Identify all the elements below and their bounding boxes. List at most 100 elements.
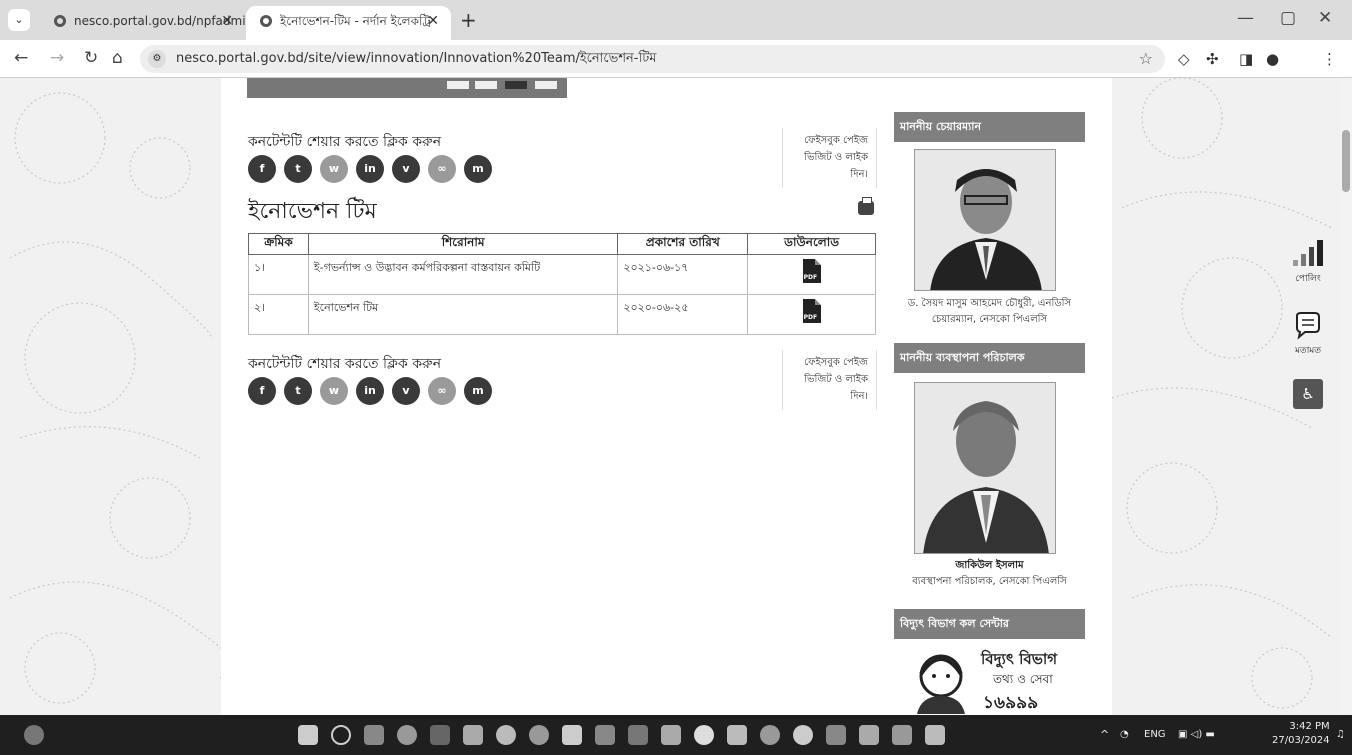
tray-chevron-icon[interactable]: ^	[1100, 715, 1109, 755]
url-text: nesco.portal.gov.bd/site/view/innovation…	[176, 51, 657, 66]
wifi-volume-battery-icons[interactable]: ▣ ◁) ▬	[1178, 715, 1215, 755]
pdf-download-icon[interactable]: PDF	[802, 259, 821, 283]
app-icon[interactable]	[463, 725, 483, 745]
clock-time: 3:42 PM	[1289, 721, 1330, 732]
back-icon[interactable]: ←	[14, 48, 28, 68]
task-view-icon[interactable]	[364, 725, 384, 745]
poll-label: পোলিং	[1295, 274, 1321, 284]
twitter-icon[interactable]: t	[284, 377, 312, 405]
accessibility-icon[interactable]: ♿	[1293, 379, 1323, 409]
chrome-icon[interactable]	[694, 725, 714, 745]
close-tab-icon[interactable]: ✕	[427, 6, 439, 36]
word-icon[interactable]	[727, 725, 747, 745]
callcenter-line2: তথ্য ও সেবা	[993, 672, 1053, 686]
close-window-icon[interactable]: ✕	[1318, 8, 1332, 28]
profile-avatar-icon[interactable]: ●	[1266, 50, 1279, 68]
title-cell[interactable]: ই-গভর্ন্যান্স ও উদ্ভাবন কর্মপরিকল্পনা বা…	[307, 254, 619, 295]
facebook-icon[interactable]: f	[248, 155, 276, 183]
feedback-widget[interactable]: মতামত	[1288, 310, 1328, 358]
restore-icon[interactable]: ▢	[1280, 8, 1296, 28]
link-icon[interactable]: ∞	[428, 377, 456, 405]
poll-widget[interactable]: পোলিং	[1288, 238, 1328, 286]
tab-title: nesco.portal.gov.bd/npfadmin/	[74, 14, 245, 28]
app-icon[interactable]	[628, 725, 648, 745]
share-buttons: f t w in v ∞ m	[248, 377, 492, 405]
title-cell[interactable]: ইনোভেশন টিম	[307, 294, 619, 335]
documents-table: ক্রমিক শিরোনাম প্রকাশের তারিখ ডাউনলোড ১।…	[248, 233, 876, 335]
close-tab-icon[interactable]: ✕	[221, 6, 233, 36]
extension-icon[interactable]: ◇	[1178, 50, 1190, 68]
twitter-icon[interactable]: t	[284, 155, 312, 183]
network-app-icon[interactable]	[430, 725, 450, 745]
app-icon[interactable]	[760, 725, 780, 745]
facebook-page-box[interactable]: ফেইসবুক পেইজ ভিজিট ও লাইক দিন।	[782, 128, 877, 188]
app-icon[interactable]	[595, 725, 615, 745]
extensions-puzzle-icon[interactable]: ✣	[1206, 50, 1219, 68]
chairman-photo	[914, 149, 1056, 291]
app-icon[interactable]	[826, 725, 846, 745]
tab-title: ইনোভেশন-টিম - নর্দান ইলেকট্রি	[280, 14, 431, 28]
callcenter-heading: বিদ্যুৎ বিভাগ কল সেন্টার	[894, 609, 1085, 639]
whatsapp-icon[interactable]: w	[320, 377, 348, 405]
minimize-icon[interactable]: —	[1237, 8, 1254, 28]
start-menu-icon[interactable]	[298, 725, 318, 745]
pdf-label: PDF	[803, 314, 818, 321]
app-icon[interactable]	[496, 725, 516, 745]
print-icon[interactable]	[858, 197, 874, 215]
tray-network-icon[interactable]: ◔	[1120, 715, 1129, 755]
tab-search-button[interactable]: ⌄	[8, 9, 30, 31]
messenger-icon[interactable]: m	[464, 377, 492, 405]
poll-bars-icon	[1293, 240, 1323, 266]
headset-agent-icon	[917, 654, 965, 714]
scrollbar-thumb[interactable]	[1342, 130, 1350, 192]
chat-icon[interactable]	[397, 725, 417, 745]
fb-box-line: দিন।	[850, 391, 868, 402]
decorative-pattern-left	[9, 92, 221, 704]
system-clock[interactable]: 3:42 PM 27/03/2024	[1272, 720, 1330, 748]
language-indicator[interactable]: ENG	[1144, 715, 1166, 755]
app-icon[interactable]	[562, 725, 582, 745]
fb-box-line: ভিজিট ও লাইক	[804, 374, 868, 385]
bookmark-star-icon[interactable]: ☆	[1139, 45, 1153, 73]
app-icon[interactable]	[793, 725, 813, 745]
browser-tab-active[interactable]: ইনোভেশন-টিম - নর্দান ইলেকট্রি ✕	[246, 6, 451, 40]
facebook-icon[interactable]: f	[248, 377, 276, 405]
app-icon[interactable]	[859, 725, 879, 745]
linkedin-icon[interactable]: in	[356, 155, 384, 183]
pdf-download-icon[interactable]: PDF	[802, 299, 821, 323]
site-info-icon[interactable]: ⚙	[148, 50, 166, 68]
viber-icon[interactable]: v	[392, 155, 420, 183]
home-icon[interactable]: ⌂	[112, 48, 123, 68]
search-icon[interactable]	[331, 725, 351, 745]
chairman-role: চেয়ারম্যান, নেসকো পিএলসি	[931, 314, 1048, 325]
serial-cell: ১।	[248, 254, 309, 295]
md-role: ব্যবস্থাপনা পরিচালক, নেসকো পিএলসি	[912, 576, 1067, 587]
zoom-icon[interactable]	[529, 725, 549, 745]
linkedin-icon[interactable]: in	[356, 377, 384, 405]
forward-icon[interactable]: →	[50, 48, 64, 68]
app-icon[interactable]	[892, 725, 912, 745]
facebook-page-box[interactable]: ফেইসবুক পেইজ ভিজিট ও লাইক দিন।	[782, 350, 877, 410]
side-panel-icon[interactable]: ◨	[1239, 50, 1253, 68]
app-icon[interactable]	[925, 725, 945, 745]
column-header: ডাউনলোড	[747, 233, 876, 255]
page-viewport: কনটেন্টটি শেয়ার করতে ক্লিক করুন f t w i…	[0, 78, 1352, 715]
browser-tab[interactable]: nesco.portal.gov.bd/npfadmin/ ✕	[40, 6, 245, 40]
new-tab-button[interactable]: +	[460, 8, 477, 32]
menu-kebab-icon[interactable]: ⋮	[1322, 50, 1337, 68]
fb-box-line: দিন।	[850, 169, 868, 180]
weather-icon[interactable]	[24, 725, 44, 745]
viber-icon[interactable]: v	[392, 377, 420, 405]
reload-icon[interactable]: ↻	[84, 48, 98, 68]
page-scrollbar[interactable]	[1340, 78, 1352, 715]
whatsapp-icon[interactable]: w	[320, 155, 348, 183]
notification-bell-icon[interactable]: ♫	[1336, 715, 1345, 755]
url-bar[interactable]: ⚙ nesco.portal.gov.bd/site/view/innovati…	[140, 45, 1165, 73]
feedback-label: মতামত	[1294, 346, 1322, 356]
address-toolbar: ← → ↻ ⌂ ⚙ nesco.portal.gov.bd/site/view/…	[0, 40, 1352, 78]
link-icon[interactable]: ∞	[428, 155, 456, 183]
table-header-row: ক্রমিক শিরোনাম প্রকাশের তারিখ ডাউনলোড	[248, 233, 876, 255]
messenger-icon[interactable]: m	[464, 155, 492, 183]
excel-icon[interactable]	[661, 725, 681, 745]
callcenter-banner[interactable]: বিদ্যুৎ বিভাগ তথ্য ও সেবা ১৬৯৯৯	[911, 638, 1081, 715]
